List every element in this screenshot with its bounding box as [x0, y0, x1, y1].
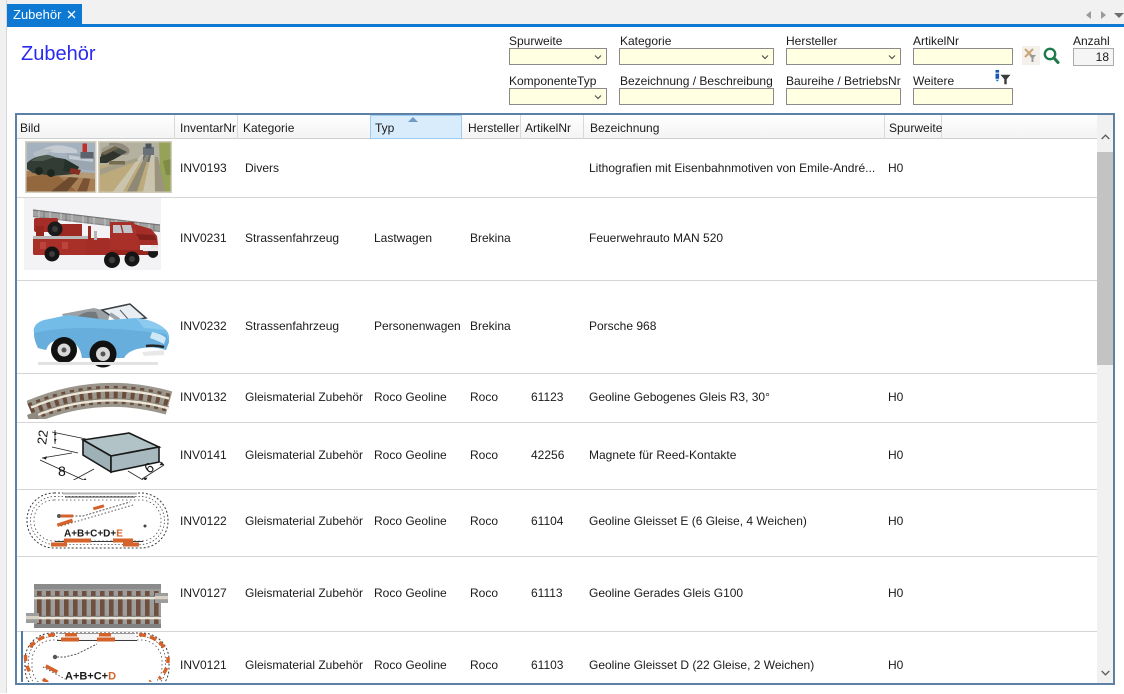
svg-text:22: 22	[34, 429, 51, 445]
svg-text:A+B+C+D: A+B+C+D	[65, 671, 116, 683]
svg-text:8: 8	[58, 463, 66, 479]
svg-text:A+B+C+D+E: A+B+C+D+E	[64, 528, 123, 539]
